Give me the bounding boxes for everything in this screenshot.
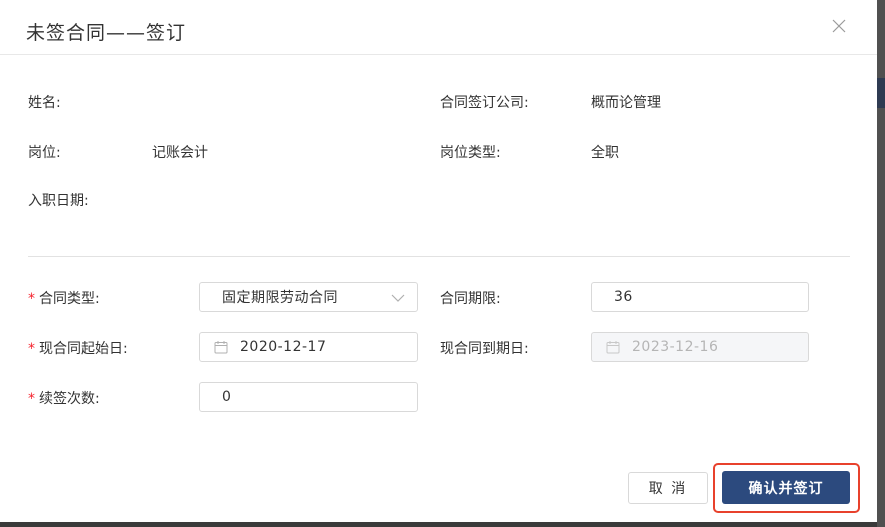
calendar-icon bbox=[214, 341, 228, 354]
contract-type-value: 固定期限劳动合同 bbox=[222, 290, 338, 306]
chevron-down-icon bbox=[391, 294, 405, 302]
contract-sign-dialog: 未签合同——签订 姓名: 合同签订公司: 概而论管理 岗位: 记账会计 岗位类型… bbox=[0, 0, 877, 522]
end-date-value: 2023-12-16 bbox=[632, 339, 719, 355]
dialog-header: 未签合同——签订 bbox=[0, 0, 877, 55]
close-icon[interactable] bbox=[830, 17, 848, 35]
start-date-label-text: 现合同起始日: bbox=[39, 341, 128, 357]
renew-count-label: * 续签次数: bbox=[28, 388, 100, 408]
cancel-button[interactable]: 取 消 bbox=[628, 472, 708, 504]
renew-count-value: 0 bbox=[222, 389, 232, 405]
contract-type-label-text: 合同类型: bbox=[39, 291, 100, 307]
contract-term-value: 36 bbox=[614, 289, 633, 305]
contract-type-label: * 合同类型: bbox=[28, 288, 100, 308]
dialog-title: 未签合同——签订 bbox=[26, 22, 187, 44]
company-label: 合同签订公司: bbox=[440, 95, 529, 111]
backdrop-panel bbox=[877, 78, 885, 108]
end-date-picker: 2023-12-16 bbox=[591, 332, 809, 362]
end-date-label: 现合同到期日: bbox=[440, 341, 529, 357]
renew-count-input[interactable]: 0 bbox=[199, 382, 418, 412]
required-mark: * bbox=[28, 341, 35, 357]
name-label: 姓名: bbox=[28, 95, 61, 111]
company-value: 概而论管理 bbox=[591, 95, 661, 111]
renew-count-label-text: 续签次数: bbox=[39, 391, 100, 407]
calendar-icon bbox=[606, 341, 620, 354]
contract-term-label: 合同期限: bbox=[440, 291, 501, 307]
start-date-value: 2020-12-17 bbox=[240, 339, 327, 355]
contract-type-select[interactable]: 固定期限劳动合同 bbox=[199, 282, 418, 312]
position-value: 记账会计 bbox=[152, 145, 208, 161]
start-date-picker[interactable]: 2020-12-17 bbox=[199, 332, 418, 362]
required-mark: * bbox=[28, 391, 35, 407]
position-type-value: 全职 bbox=[591, 145, 619, 161]
section-divider bbox=[28, 256, 850, 257]
entry-date-label: 入职日期: bbox=[28, 193, 89, 209]
confirm-sign-button[interactable]: 确认并签订 bbox=[722, 471, 850, 504]
position-label: 岗位: bbox=[28, 145, 61, 161]
required-mark: * bbox=[28, 291, 35, 307]
contract-term-input[interactable]: 36 bbox=[591, 282, 809, 312]
position-type-label: 岗位类型: bbox=[440, 145, 501, 161]
start-date-label: * 现合同起始日: bbox=[28, 338, 128, 358]
